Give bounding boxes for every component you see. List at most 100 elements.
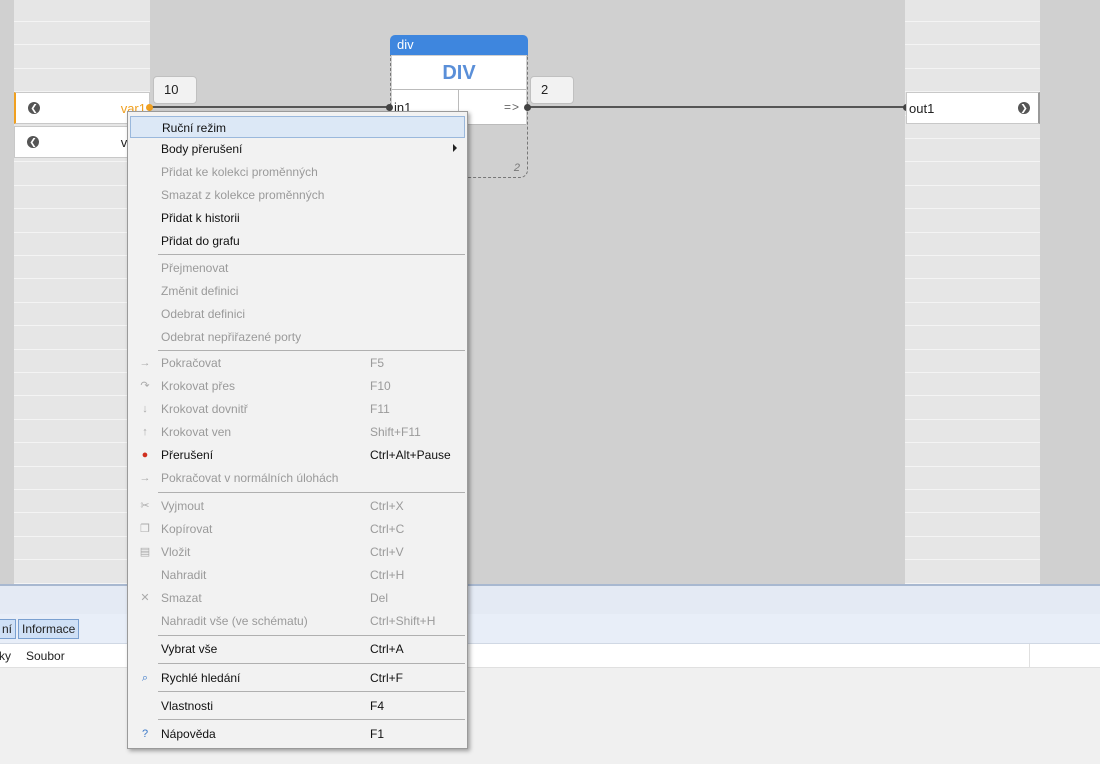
output-out1[interactable]: out1 ❯ [906, 92, 1040, 124]
var1-port-dot[interactable] [146, 104, 153, 111]
menu-item-2[interactable]: Přidat ke kolekci proměnných [130, 161, 465, 183]
menu-item-label: Změnit definici [161, 284, 239, 298]
menu-item-label: Smazat z kolekce proměnných [161, 188, 325, 202]
lane-row [905, 234, 1040, 256]
menu-item-24[interactable]: Vlastnosti F4 [130, 695, 465, 717]
lane-row [905, 351, 1040, 373]
lane-row [905, 257, 1040, 280]
menu-item-label: Přejmenovat [161, 261, 229, 275]
menu-item-label: Smazat [161, 591, 202, 605]
menu-item-label: Pokračovat [161, 356, 222, 370]
menu-item-15[interactable]: → Pokračovat v normálních úlohách [130, 467, 465, 489]
cut-icon: ✂ [140, 500, 150, 512]
lane-row [905, 421, 1040, 444]
menu-item-label: Pokračovat v normálních úlohách [161, 471, 339, 485]
menu-item-6[interactable]: Přejmenovat [130, 257, 465, 279]
column-header-soubor[interactable]: Soubor [26, 649, 65, 663]
menu-item-label: Kopírovat [161, 522, 213, 536]
menu-item-13[interactable]: ↑ Krokovat ven Shift+F11 [130, 421, 465, 443]
tab-partial[interactable]: ní [0, 619, 17, 639]
lane-row [905, 562, 1040, 584]
menu-item-12[interactable]: ↓ Krokovat dovnitř F11 [130, 398, 465, 420]
out-port-dot[interactable] [524, 104, 531, 111]
menu-item-14[interactable]: ● Přerušení Ctrl+Alt+Pause [130, 444, 465, 466]
value-badge-in: 10 [153, 76, 197, 104]
menu-item-shortcut: F10 [370, 379, 391, 393]
help-icon: ? [141, 728, 149, 740]
tab-informace[interactable]: Informace [18, 619, 80, 639]
menu-item-shortcut: Ctrl+Alt+Pause [370, 448, 451, 462]
output-direction-icon: ❯ [1018, 102, 1030, 114]
menu-item-label: Vybrat vše [161, 642, 218, 656]
div-block-index: 2 [513, 162, 520, 174]
menu-separator [158, 492, 465, 493]
lane-row [905, 538, 1040, 561]
menu-item-0[interactable]: Ruční režim [130, 116, 465, 138]
lane-row [905, 304, 1040, 327]
menu-item-22[interactable]: Vybrat vše Ctrl+A [130, 638, 465, 660]
menu-item-shortcut: Ctrl+F [370, 671, 403, 685]
lane-row [14, 47, 150, 69]
menu-item-5[interactable]: Přidat do grafu [130, 230, 465, 252]
menu-item-19[interactable]: Nahradit Ctrl+H [130, 564, 465, 586]
column-header-partial[interactable]: ky [0, 649, 11, 663]
continue-icon: → [139, 357, 151, 369]
menu-item-label: Vlastnosti [161, 699, 214, 713]
menu-item-25[interactable]: ? Nápověda F1 [130, 723, 465, 745]
lane-row [905, 445, 1040, 467]
menu-item-10[interactable]: → Pokračovat F5 [130, 352, 465, 374]
menu-item-17[interactable]: ❐ Kopírovat Ctrl+C [130, 518, 465, 540]
menu-item-1[interactable]: Body přerušení [130, 138, 465, 160]
submenu-arrow-icon [453, 144, 457, 152]
input-direction-icon: ❮ [27, 136, 39, 148]
lane-row [905, 374, 1040, 397]
lane-row [905, 398, 1040, 420]
lane-row [905, 70, 1040, 93]
output-out1-label: out1 [909, 100, 935, 116]
div-block-title: DIV [392, 56, 526, 90]
menu-item-label: Odebrat nepřiřazené porty [161, 330, 302, 344]
menu-item-shortcut: Ctrl+A [370, 642, 404, 656]
wire-var1-in1 [150, 106, 390, 108]
div-port-out[interactable]: => [504, 100, 520, 114]
menu-item-20[interactable]: ✕ Smazat Del [130, 587, 465, 609]
lane-row [905, 281, 1040, 303]
menu-separator [158, 254, 465, 255]
menu-item-21[interactable]: Nahradit vše (ve schématu) Ctrl+Shift+H [130, 610, 465, 632]
menu-item-label: Rychlé hledání [161, 671, 241, 685]
menu-item-label: Nahradit [161, 568, 207, 582]
menu-item-9[interactable]: Odebrat nepřiřazené porty [130, 326, 465, 348]
step-into-icon: ↓ [142, 403, 148, 415]
menu-item-4[interactable]: Přidat k historii [130, 207, 465, 229]
menu-item-23[interactable]: ⌕ Rychlé hledání Ctrl+F [130, 667, 465, 689]
menu-item-label: Krokovat dovnitř [161, 402, 248, 416]
menu-item-label: Ruční režim [162, 121, 227, 135]
menu-item-shortcut: Ctrl+H [370, 568, 405, 582]
div-block-header: div [390, 35, 528, 55]
menu-separator [158, 663, 465, 664]
menu-item-18[interactable]: ▤ Vložit Ctrl+V [130, 541, 465, 563]
menu-item-shortcut: F4 [370, 699, 385, 713]
column-divider [1029, 644, 1030, 668]
menu-item-7[interactable]: Změnit definici [130, 280, 465, 302]
menu-separator [158, 719, 465, 720]
in1-port-dot[interactable] [386, 104, 393, 111]
menu-item-8[interactable]: Odebrat definici [130, 303, 465, 325]
right-lane [905, 0, 1040, 584]
menu-item-shortcut: Ctrl+V [370, 545, 404, 559]
menu-item-16[interactable]: ✂ Vyjmout Ctrl+X [130, 495, 465, 517]
quick-search-icon: ⌕ [141, 672, 149, 684]
menu-item-label: Nahradit vše (ve schématu) [161, 614, 308, 628]
menu-item-11[interactable]: ↷ Krokovat přes F10 [130, 375, 465, 397]
menu-separator [158, 635, 465, 636]
wire-out-out1 [528, 106, 906, 108]
menu-item-shortcut: Shift+F11 [370, 425, 421, 439]
menu-item-shortcut: F5 [370, 356, 385, 370]
menu-item-3[interactable]: Smazat z kolekce proměnných [130, 184, 465, 206]
menu-item-label: Vložit [161, 545, 191, 559]
lane-row [905, 187, 1040, 210]
menu-item-label: Přidat ke kolekci proměnných [161, 165, 318, 179]
lane-row [905, 23, 1040, 46]
menu-item-shortcut: F1 [370, 727, 385, 741]
menu-item-shortcut: Ctrl+X [370, 499, 404, 513]
